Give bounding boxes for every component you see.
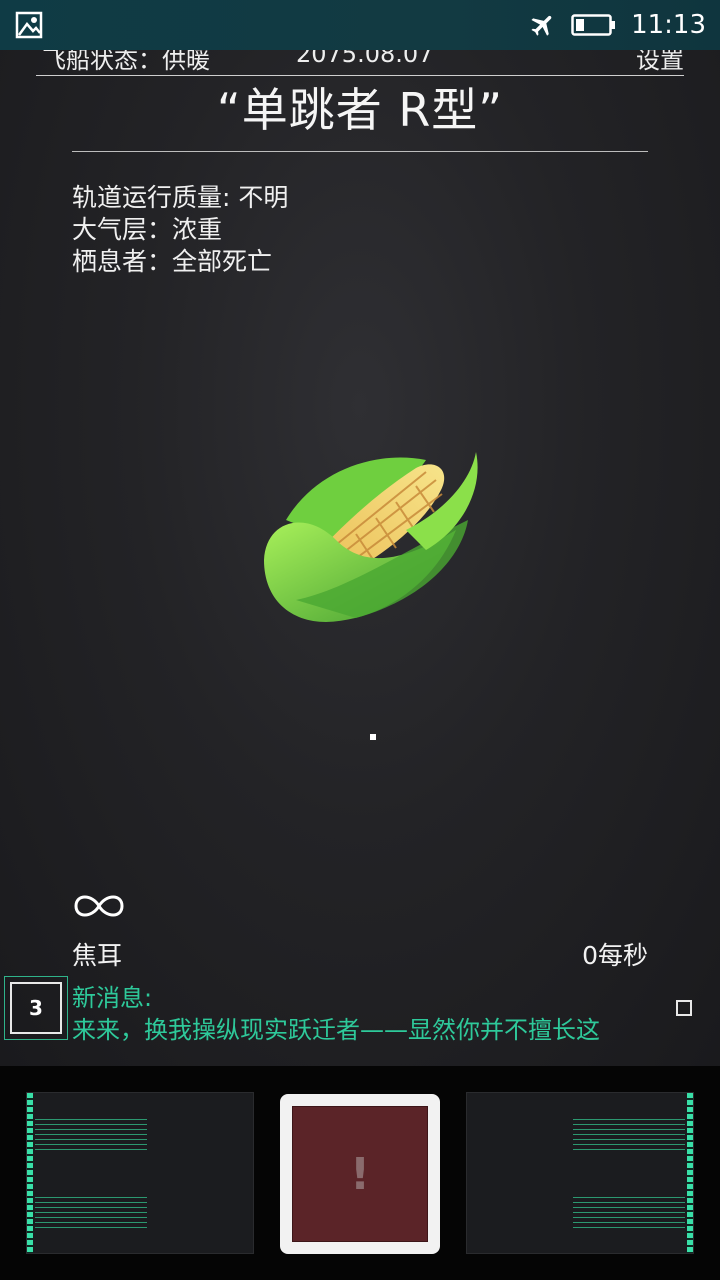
status-bar: 11:13 <box>0 0 720 50</box>
scan-lines-top <box>573 1119 685 1153</box>
message-count: 3 <box>10 982 62 1034</box>
message-text[interactable]: 来来，换我操纵现实跃迁者——显然你并不擅长这 <box>72 1010 600 1045</box>
corn-icon[interactable] <box>256 450 486 630</box>
top-info-bar: 飞船状态：供暖 2075.08.07 设置 <box>36 50 684 76</box>
planet-title: “单跳者 R型” <box>72 78 648 152</box>
right-panel-edge <box>687 1093 693 1253</box>
new-message-header: 新消息: <box>72 984 153 1012</box>
clock: 11:13 <box>631 10 706 40</box>
orbit-mass-property: 轨道运行质量: 不明 <box>72 183 289 212</box>
resource-name: 焦耳 <box>72 941 123 970</box>
inhabitants-property: 栖息者：全部死亡 <box>72 247 273 276</box>
planet-screen: 飞船状态：供暖 2075.08.07 设置 “单跳者 R型” 轨道运行质量: 不… <box>0 50 720 1066</box>
planet-properties: 轨道运行质量: 不明 大气层：浓重 栖息者：全部死亡 <box>72 182 288 278</box>
scan-lines-bottom <box>573 1197 685 1231</box>
atmosphere-property: 大气层：浓重 <box>72 215 223 244</box>
ship-status: 飞船状态：供暖 <box>42 50 210 74</box>
date-label: 2075.08.07 <box>296 50 434 68</box>
image-icon <box>15 11 43 39</box>
left-panel-edge <box>27 1093 33 1253</box>
airplane-icon <box>531 15 552 36</box>
message-checkbox[interactable] <box>676 1000 692 1016</box>
battery-icon <box>571 14 616 36</box>
cursor-dot <box>370 734 376 740</box>
right-scanner-panel[interactable] <box>466 1092 694 1254</box>
message-count-badge[interactable]: 3 <box>4 976 68 1040</box>
left-scanner-panel[interactable] <box>26 1092 254 1254</box>
alert-button[interactable]: ! <box>280 1094 440 1254</box>
bottom-control-bar: ! <box>0 1066 720 1280</box>
infinity-icon <box>74 895 124 917</box>
settings-button[interactable]: 设置 <box>636 50 684 75</box>
alert-icon: ! <box>292 1106 428 1242</box>
scan-lines-bottom <box>35 1197 147 1231</box>
scan-lines-top <box>35 1119 147 1153</box>
resource-rate: 0每秒 <box>582 941 648 970</box>
